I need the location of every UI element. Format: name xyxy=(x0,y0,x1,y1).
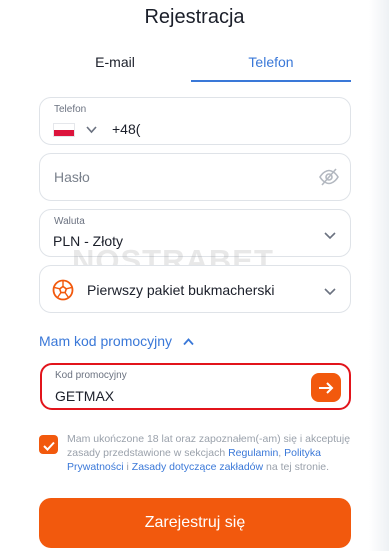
consent-checkbox[interactable] xyxy=(39,435,58,454)
consent-separator: i xyxy=(123,461,132,473)
consent-text-part: na tej stronie. xyxy=(263,461,330,473)
poland-flag-icon[interactable] xyxy=(53,123,75,137)
link-betting-rules[interactable]: Zasady dotyczące zakładów xyxy=(132,461,263,473)
promo-code-toggle[interactable]: Mam kod promocyjny xyxy=(39,333,194,349)
password-field[interactable]: Hasło xyxy=(39,153,351,201)
checkmark-icon xyxy=(42,441,55,451)
eye-off-icon[interactable] xyxy=(318,166,340,188)
apply-promo-button[interactable] xyxy=(311,373,341,402)
currency-value: PLN - Złoty xyxy=(53,233,124,249)
register-button[interactable]: Zarejestruj się xyxy=(39,498,351,548)
chevron-up-icon xyxy=(180,337,194,349)
currency-select[interactable]: Waluta PLN - Złoty xyxy=(39,209,351,257)
bonus-value: Pierwszy pakiet bukmacherski xyxy=(87,282,275,298)
promo-code-label: Kod promocyjny xyxy=(55,370,127,381)
auth-method-tabs: E-mail Telefon xyxy=(39,50,351,82)
consent-text: Mam ukończone 18 lat oraz zapoznałem(-am… xyxy=(67,432,351,474)
promo-code-input[interactable]: GETMAX xyxy=(55,388,114,404)
phone-label: Telefon xyxy=(54,104,87,115)
bonus-select[interactable]: Pierwszy pakiet bukmacherski xyxy=(39,265,351,313)
background-strip xyxy=(369,0,389,551)
promo-code-field[interactable]: Kod promocyjny GETMAX xyxy=(40,363,351,410)
currency-label: Waluta xyxy=(54,216,85,227)
phone-field[interactable]: Telefon +48( xyxy=(39,97,351,145)
chevron-down-icon[interactable] xyxy=(86,122,97,137)
chevron-down-icon[interactable] xyxy=(324,284,336,299)
page-title: Rejestracja xyxy=(144,6,245,28)
chevron-down-icon[interactable] xyxy=(324,228,336,243)
tab-email[interactable]: E-mail xyxy=(39,50,191,82)
link-regulamin[interactable]: Regulamin xyxy=(228,447,278,459)
phone-input[interactable]: +48( xyxy=(112,121,140,137)
soccer-ball-icon xyxy=(52,279,74,301)
password-input[interactable]: Hasło xyxy=(54,169,90,185)
promo-toggle-label: Mam kod promocyjny xyxy=(39,333,173,349)
tab-phone[interactable]: Telefon xyxy=(191,50,351,82)
arrow-right-icon xyxy=(318,377,334,397)
